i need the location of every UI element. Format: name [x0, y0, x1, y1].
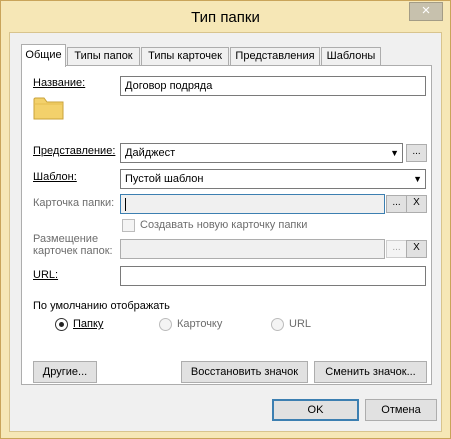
general-tab-panel: Название: Договор подряда Представление:…	[21, 65, 432, 385]
radio-selected-dot	[59, 322, 64, 327]
tab-views[interactable]: Представления	[230, 47, 320, 66]
display-folder-label: Папку	[73, 318, 104, 330]
name-input[interactable]: Договор подряда	[120, 76, 426, 96]
view-select-value: Дайджест	[125, 147, 176, 159]
card-folder-input[interactable]	[120, 194, 385, 214]
view-browse-button[interactable]: ...	[406, 144, 427, 162]
display-url-label: URL	[289, 318, 312, 330]
close-button[interactable]: ×	[409, 2, 443, 21]
placement-clear-button[interactable]: X	[406, 240, 427, 258]
create-card-checkbox[interactable]	[122, 219, 135, 232]
text-cursor	[125, 198, 126, 211]
display-card-label: Карточку	[177, 318, 223, 330]
tab-general[interactable]: Общие	[21, 44, 66, 67]
placement-label-line1: Размещение	[33, 233, 99, 245]
placement-label-line2: карточек папок:	[33, 245, 113, 257]
template-label: Шаблон:	[33, 171, 77, 183]
change-icon-button[interactable]: Сменить значок...	[314, 361, 427, 383]
template-select[interactable]: Пустой шаблон ▼	[120, 169, 426, 189]
window-title: Тип папки	[191, 9, 260, 26]
name-input-value: Договор подряда	[125, 80, 213, 92]
close-icon: ×	[421, 2, 431, 19]
restore-icon-button[interactable]: Восстановить значок	[181, 361, 308, 383]
chevron-down-icon: ▼	[390, 148, 399, 158]
chevron-down-icon: ▼	[413, 174, 422, 184]
create-card-checkbox-label: Создавать новую карточку папки	[140, 219, 308, 231]
tab-templates[interactable]: Шаблоны	[321, 47, 381, 66]
dialog-client-area: Общие Типы папок Типы карточек Представл…	[9, 32, 442, 432]
folder-icon	[33, 97, 64, 120]
url-input[interactable]	[120, 266, 426, 286]
card-folder-clear-button[interactable]: X	[406, 195, 427, 213]
tab-folder-types[interactable]: Типы папок	[67, 47, 140, 66]
url-label: URL:	[33, 269, 59, 281]
display-url-radio[interactable]	[271, 318, 284, 331]
default-display-label: По умолчанию отображать	[33, 300, 170, 312]
title-bar: Тип папки ×	[1, 1, 450, 32]
template-select-value: Пустой шаблон	[125, 173, 204, 185]
placement-input[interactable]	[120, 239, 385, 259]
name-label: Название:	[33, 77, 86, 89]
placement-browse-button[interactable]: ...	[386, 240, 407, 258]
ok-button[interactable]: OK	[272, 399, 359, 421]
cancel-button[interactable]: Отмена	[365, 399, 437, 421]
view-label: Представление:	[33, 145, 116, 157]
display-folder-radio[interactable]	[55, 318, 68, 331]
display-card-radio[interactable]	[159, 318, 172, 331]
view-select[interactable]: Дайджест ▼	[120, 143, 403, 163]
card-folder-browse-button[interactable]: ...	[386, 195, 407, 213]
other-button[interactable]: Другие...	[33, 361, 97, 383]
tab-card-types[interactable]: Типы карточек	[141, 47, 229, 66]
card-folder-label: Карточка папки:	[33, 197, 115, 209]
folder-type-dialog: Тип папки × Общие Типы папок Типы карточ…	[0, 0, 451, 439]
